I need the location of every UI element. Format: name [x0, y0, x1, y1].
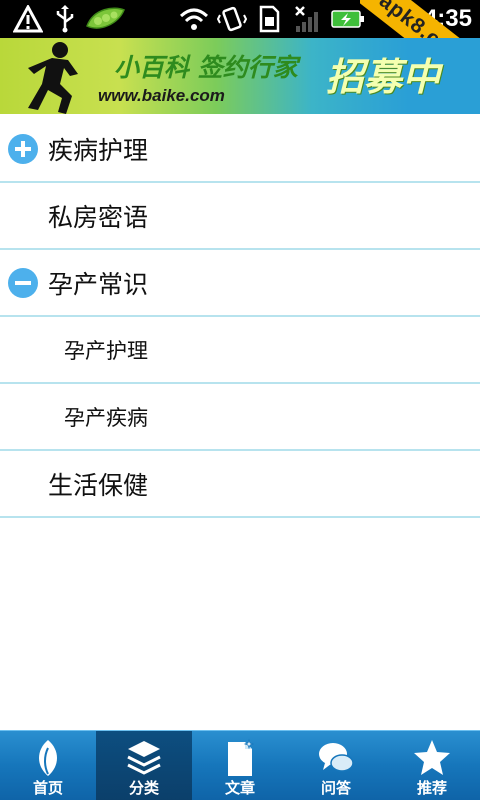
list-item[interactable]: 生活保健 — [0, 451, 480, 518]
document-icon — [220, 737, 260, 779]
list-item[interactable]: 疾病护理 — [0, 116, 480, 183]
list-item[interactable]: 私房密语 — [0, 183, 480, 250]
leaf-icon — [28, 737, 68, 779]
battery-charging-icon — [330, 4, 366, 34]
tab-2[interactable]: 分类 — [96, 731, 192, 800]
list-item-label: 孕产护理 — [64, 338, 148, 363]
warning-icon — [12, 4, 44, 34]
tab-3[interactable]: 文章 — [192, 731, 288, 800]
layers-icon — [124, 737, 164, 779]
bottom-tab-bar: 首页 分类 文章 问答 推荐 — [0, 730, 480, 800]
list-item-label: 疾病护理 — [48, 135, 149, 165]
wifi-icon — [178, 4, 210, 34]
tab-label: 推荐 — [416, 779, 447, 797]
tab-label: 首页 — [32, 779, 63, 797]
tab-label: 问答 — [320, 779, 351, 797]
signal-off-icon — [290, 4, 324, 34]
sd-card-icon — [256, 4, 282, 34]
list-item[interactable]: 孕产疾病 — [0, 384, 480, 451]
usb-icon — [52, 4, 78, 34]
expand-plus-icon[interactable] — [8, 133, 38, 164]
banner-highlight: 招募中 — [326, 55, 441, 99]
vibrate-icon — [216, 4, 248, 34]
tab-label: 文章 — [224, 779, 255, 797]
list-item-label: 私房密语 — [48, 202, 149, 232]
tab-1[interactable]: 首页 — [0, 731, 96, 800]
list-item-label: 孕产疾病 — [64, 405, 148, 430]
tab-4[interactable]: 问答 — [288, 731, 384, 800]
banner-ad[interactable]: 小百科 签约行家 www.baike.com 招募中 — [0, 38, 480, 114]
status-bar: 4:35 — [0, 0, 480, 38]
banner-title: 小百科 签约行家 — [114, 53, 298, 82]
status-time: 4:35 — [423, 5, 472, 32]
star-icon — [412, 737, 452, 779]
list-item-label: 孕产常识 — [48, 269, 149, 299]
list-item[interactable]: 孕产护理 — [0, 317, 480, 384]
category-list: 疾病护理私房密语孕产常识孕产护理孕产疾病生活保健 — [0, 116, 480, 518]
list-item-label: 生活保健 — [48, 470, 149, 500]
pea-pod-icon — [84, 4, 126, 34]
chat-bubbles-icon — [316, 737, 356, 779]
tab-5[interactable]: 推荐 — [384, 731, 480, 800]
banner-url: www.baike.com — [98, 86, 225, 105]
runner-silhouette-icon — [28, 42, 78, 114]
tab-label: 分类 — [128, 779, 159, 797]
collapse-minus-icon[interactable] — [8, 267, 38, 298]
screen: 4:35 apk8.com 小百科 签约行家 www.baike.com 招募中… — [0, 0, 480, 800]
list-item[interactable]: 孕产常识 — [0, 250, 480, 317]
